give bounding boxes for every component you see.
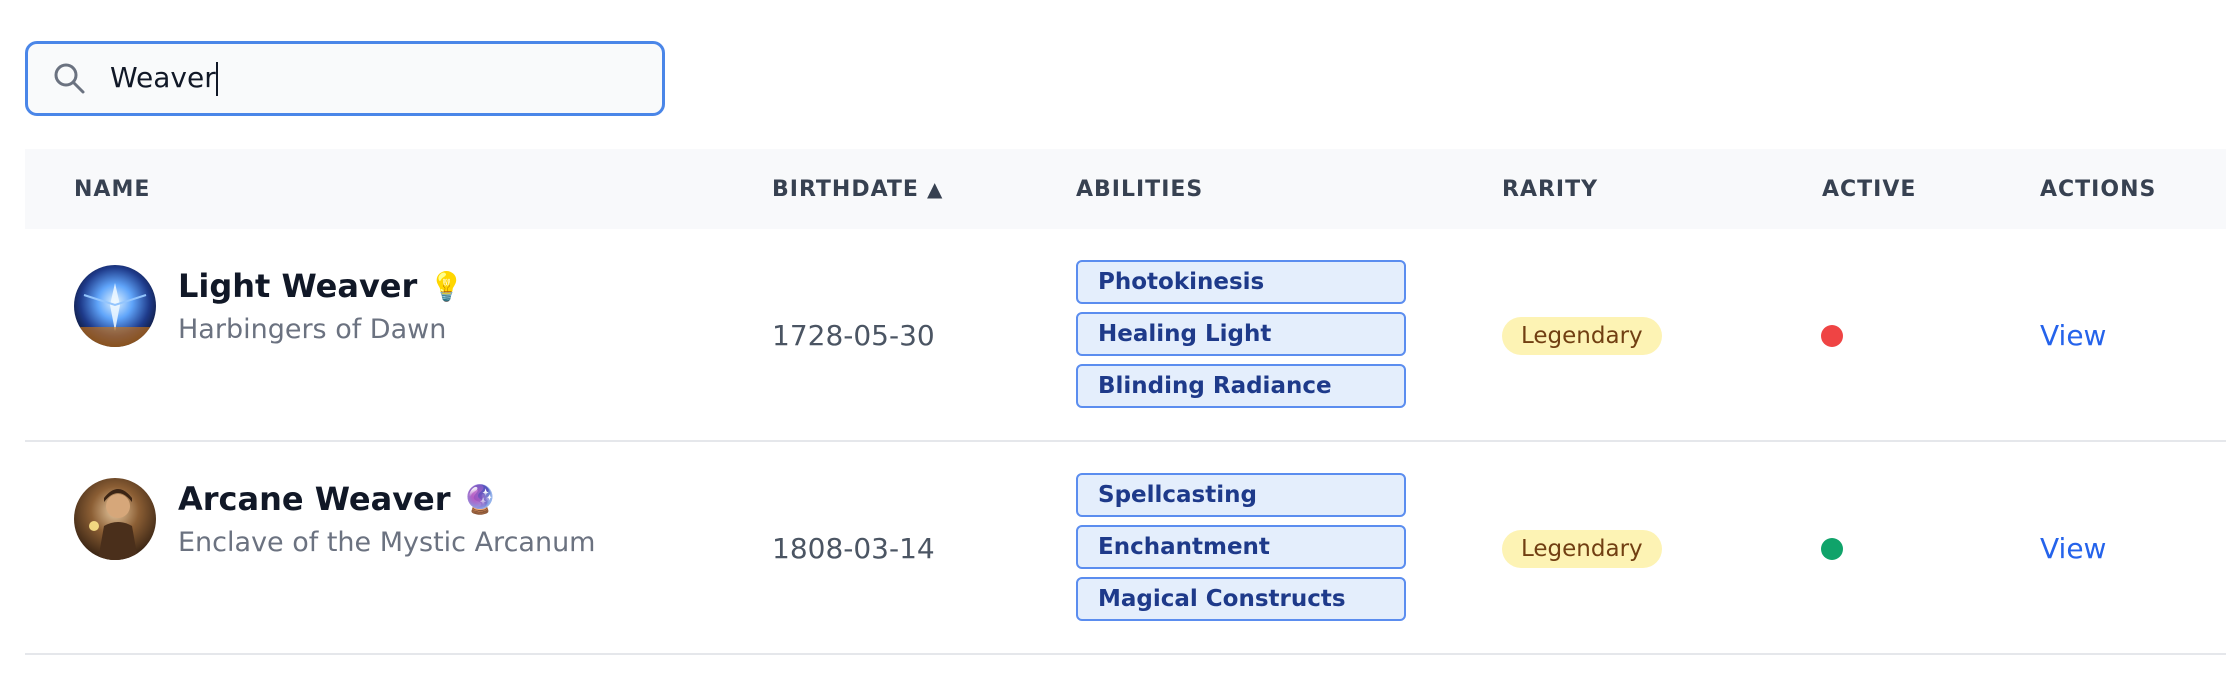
rarity-badge: Legendary [1502,529,1662,568]
ability-tag: Blinding Radiance [1076,364,1406,408]
birthdate-cell: 1728-05-30 [772,319,935,352]
character-faction: Enclave of the Mystic Arcanum [178,527,596,558]
character-name-label: Light Weaver [178,267,418,305]
column-header-birthdate-label: BIRTHDATE [772,176,919,202]
view-link[interactable]: View [2040,229,2106,442]
birthdate-cell: 1808-03-14 [772,532,935,565]
ability-tag: Photokinesis [1076,260,1406,304]
table-row: Light Weaver 💡 Harbingers of Dawn 1728-0… [25,229,2226,442]
rarity-cell: Legendary [1502,442,1662,655]
rarity-cell: Legendary [1502,229,1662,442]
ability-tag: Magical Constructs [1076,577,1406,621]
column-header-active[interactable]: ACTIVE [1822,149,1916,229]
lightbulb-icon: 💡 [429,269,465,303]
inactive-status-dot [1821,325,1843,347]
avatar [74,478,156,560]
column-header-birthdate[interactable]: BIRTHDATE ▲ [772,149,943,229]
column-header-rarity[interactable]: RARITY [1502,149,1598,229]
character-name-label: Arcane Weaver [178,480,451,518]
characters-table: NAME BIRTHDATE ▲ ABILITIES RARITY ACTIVE… [25,149,2226,655]
column-header-abilities[interactable]: ABILITIES [1076,149,1203,229]
search-input[interactable]: Weaver [110,61,630,96]
ability-tag: Healing Light [1076,312,1406,356]
view-link[interactable]: View [2040,442,2106,655]
table-row: Arcane Weaver 🔮 Enclave of the Mystic Ar… [25,442,2226,655]
column-header-actions: ACTIONS [2040,176,2157,202]
abilities-list: Photokinesis Healing Light Blinding Radi… [1076,260,1406,408]
sort-ascending-icon: ▲ [926,177,944,201]
column-header-name[interactable]: NAME [74,149,150,229]
table-header: NAME BIRTHDATE ▲ ABILITIES RARITY ACTIVE… [25,149,2226,229]
character-faction: Harbingers of Dawn [178,314,447,345]
avatar [74,265,156,347]
text-caret [215,62,218,96]
character-name: Light Weaver 💡 [178,267,464,305]
crystal-ball-icon: 🔮 [462,482,498,516]
character-name: Arcane Weaver 🔮 [178,480,497,518]
rarity-badge: Legendary [1502,316,1662,355]
ability-tag: Enchantment [1076,525,1406,569]
search-icon [50,59,90,99]
search-input-value: Weaver [110,61,216,94]
active-status-dot [1821,538,1843,560]
abilities-list: Spellcasting Enchantment Magical Constru… [1076,473,1406,621]
ability-tag: Spellcasting [1076,473,1406,517]
search-box[interactable]: Weaver [25,41,665,116]
